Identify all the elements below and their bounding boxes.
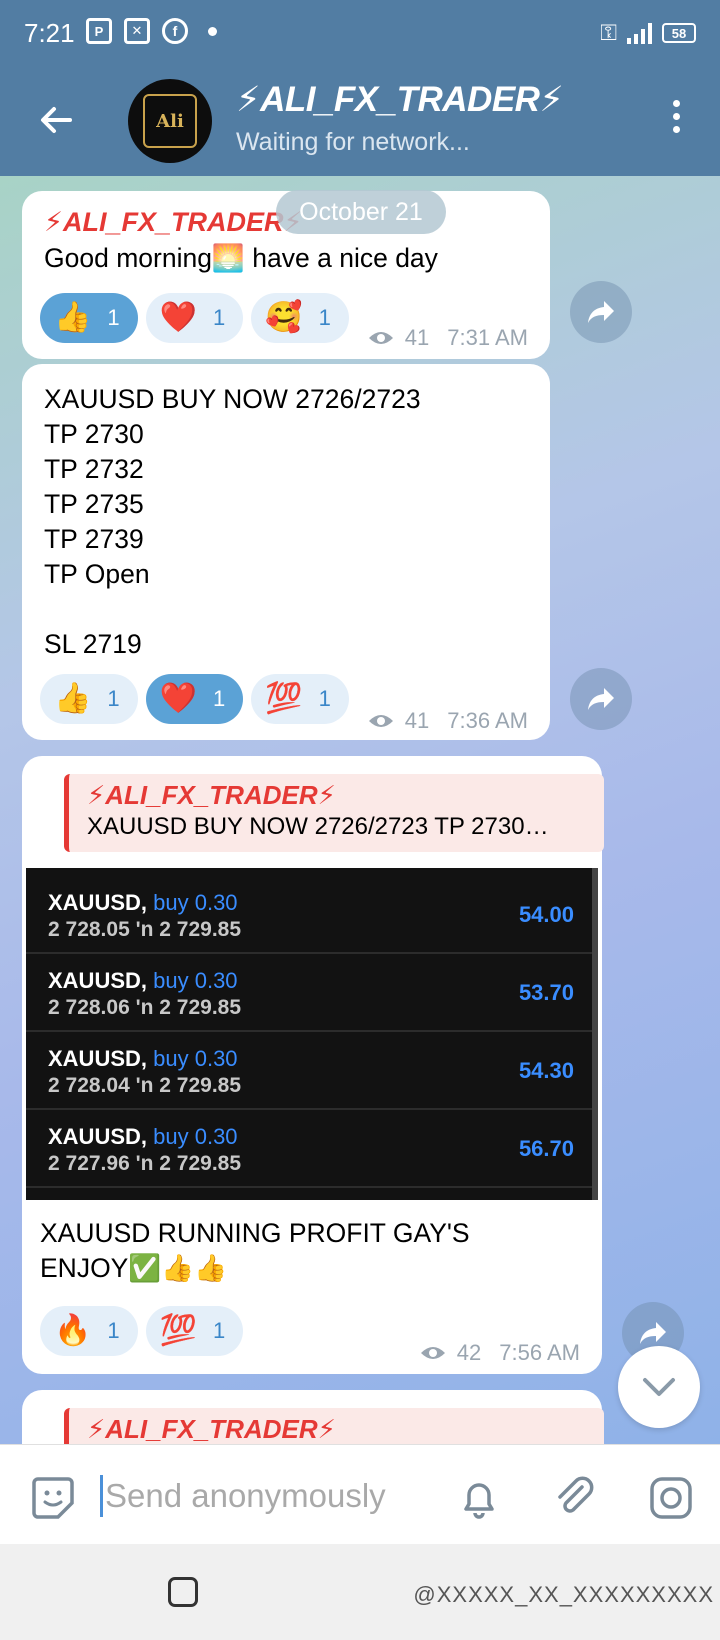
reaction-hundred[interactable]: 💯 1 [145, 1306, 244, 1356]
message-bubble[interactable]: XAUUSD BUY NOW 2726/2723 TP 2730 TP 2732… [22, 364, 550, 740]
message-text: Good morning🌅 have a nice day [44, 243, 438, 273]
chevron-down-icon [643, 1378, 675, 1396]
reactions: 👍 1 ❤️ 1 🥰 1 [40, 293, 349, 343]
message-text: XAUUSD RUNNING PROFIT GAY'S ENJOY✅👍👍 [40, 1218, 470, 1283]
trade-row: XAUUSD, buy 0.30 2 728.04 'n 2 729.85 54… [26, 1032, 592, 1110]
date-separator: October 21 [276, 190, 446, 234]
trade-screenshot[interactable]: XAUUSD, buy 0.30 2 728.05 'n 2 729.85 54… [26, 868, 598, 1200]
reaction-thumbs-up[interactable]: 👍 1 [40, 674, 138, 724]
message-meta: 42 7:56 AM [419, 1340, 580, 1366]
reaction-smiling-hearts[interactable]: 🥰 1 [251, 293, 349, 343]
back-arrow-icon[interactable] [36, 100, 76, 140]
message-meta: 41 7:36 AM [367, 708, 528, 734]
capcut-icon: ✕ [124, 18, 150, 44]
chat-header: Ali ⚡ALI_FX_TRADER⚡ Waiting for network.… [0, 66, 720, 176]
forward-icon [588, 301, 614, 323]
reply-text: XAUUSD BUY NOW 2726/2723 TP 2730… [87, 813, 549, 840]
reactions: 👍 1 ❤️ 1 💯 1 [40, 674, 349, 724]
image-scrollbar [592, 868, 598, 1200]
text-caret [100, 1475, 103, 1517]
message-time: 7:56 AM [499, 1340, 580, 1365]
view-count: 41 [404, 325, 430, 350]
forward-icon [588, 688, 614, 710]
views-eye-icon [420, 1347, 445, 1359]
input-placeholder: Send anonymously [105, 1477, 386, 1514]
reaction-heart[interactable]: ❤️ 1 [145, 674, 244, 724]
avatar-logo: Ali [143, 94, 197, 148]
signal-icon [627, 22, 652, 44]
connection-status: Waiting for network... [236, 128, 470, 156]
sticker-icon[interactable] [30, 1475, 76, 1521]
reaction-hundred[interactable]: 💯 1 [251, 674, 349, 724]
facebook-icon: f [162, 18, 188, 44]
camera-icon[interactable] [648, 1475, 694, 1521]
reply-sender: ⚡ALI_FX_TRADER⚡ [87, 780, 336, 810]
view-count: 42 [456, 1340, 482, 1365]
attach-icon[interactable] [552, 1475, 598, 1521]
bell-icon[interactable] [456, 1475, 502, 1521]
views-eye-icon [368, 715, 393, 727]
reply-sender: ⚡ALI_FX_TRADER⚡ [87, 1414, 336, 1444]
more-notifications-icon [208, 26, 217, 36]
recents-button[interactable] [168, 1577, 198, 1607]
reactions: 🔥 1 💯 1 [40, 1306, 244, 1356]
reaction-fire[interactable]: 🔥 1 [40, 1306, 138, 1356]
message-sender[interactable]: ⚡ALI_FX_TRADER⚡ [44, 207, 302, 238]
vpn-key-icon: ⚿ [600, 20, 617, 45]
system-nav-bar: @XXXXX_XX_XXXXXXXXX [0, 1544, 720, 1640]
status-time: 7:21 [24, 18, 75, 48]
forward-button[interactable] [570, 281, 632, 343]
reply-quote[interactable]: ⚡ALI_FX_TRADER⚡ XAUUSD BUY NOW 2726/2723… [64, 774, 604, 852]
watermark: @XXXXX_XX_XXXXXXXXX [413, 1582, 714, 1607]
reaction-thumbs-up[interactable]: 👍 1 [40, 293, 138, 343]
reaction-heart[interactable]: ❤️ 1 [145, 293, 244, 343]
channel-title[interactable]: ⚡ALI_FX_TRADER⚡ [236, 80, 564, 120]
channel-avatar[interactable]: Ali [128, 79, 212, 163]
status-bar: 7:21 P ✕ f ⚿ 58 [0, 0, 720, 66]
more-options-icon[interactable] [673, 100, 680, 133]
message-time: 7:36 AM [447, 708, 528, 733]
forward-button[interactable] [570, 668, 632, 730]
parking-app-icon: P [86, 18, 112, 44]
notification-icons: P ✕ f [86, 18, 217, 44]
message-input-bar: Send anonymously [0, 1444, 720, 1544]
forward-icon [640, 1322, 666, 1344]
battery-icon: 58 [662, 23, 696, 43]
system-icons: ⚿ 58 [600, 20, 696, 46]
message-time: 7:31 AM [447, 325, 528, 350]
scroll-down-button[interactable] [618, 1346, 700, 1428]
trade-row: XAUUSD, buy 0.30 2 727.96 'n 2 729.85 56… [26, 1110, 592, 1188]
trade-row: XAUUSD, buy 0.30 2 728.05 'n 2 729.85 54… [26, 876, 592, 954]
message-text: XAUUSD BUY NOW 2726/2723 TP 2730 TP 2732… [44, 384, 421, 659]
message-meta: 41 7:31 AM [367, 325, 528, 351]
views-eye-icon [368, 332, 393, 344]
message-input[interactable]: Send anonymously [100, 1471, 430, 1521]
trade-row: XAUUSD, buy 0.30 2 728.06 'n 2 729.85 53… [26, 954, 592, 1032]
view-count: 41 [404, 708, 430, 733]
